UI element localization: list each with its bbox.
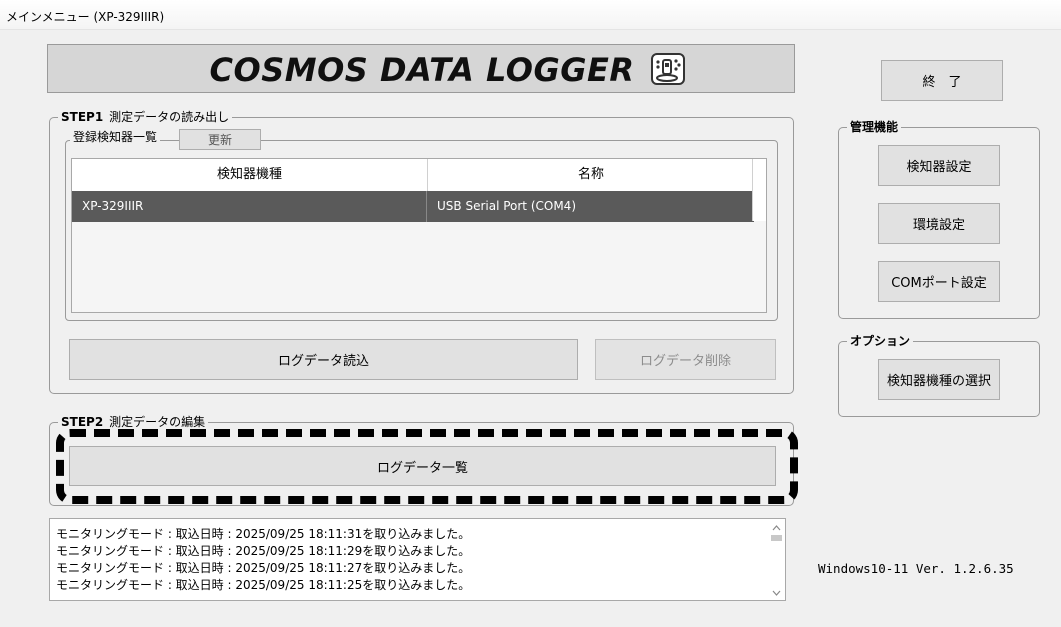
step1-title: STEP1 測定データの読み出し [58,109,233,125]
com-port-settings-label: COMポート設定 [891,276,987,291]
delete-log-button-label: ログデータ削除 [639,354,731,369]
environment-settings-button[interactable]: 環境設定 [878,203,1000,244]
app-banner: COSMOS DATA LOGGER [47,44,795,93]
select-model-button[interactable]: 検知器機種の選択 [878,359,1000,400]
step2-caption: 測定データの編集 [109,415,206,429]
column-header-name[interactable]: 名称 [428,159,754,191]
registered-detectors-label: 登録検知器一覧 [73,130,158,144]
log-line: モニタリングモード : 取込日時 : 2025/09/25 18:11:27を取… [56,561,471,575]
log-scrollbar[interactable] [770,522,783,599]
exit-button[interactable]: 終 了 [881,60,1003,101]
cell-model: XP-329IIIR [72,191,427,222]
cell-name: USB Serial Port (COM4) [437,199,576,213]
read-log-button[interactable]: ログデータ読込 [69,339,578,380]
refresh-button-label: 更新 [207,133,232,147]
options-title: オプション [847,333,914,349]
window-title: メインメニュー (XP-329IIIR) [6,10,165,24]
refresh-button[interactable]: 更新 [179,129,261,150]
table-scrollbar[interactable] [752,159,766,221]
table-row[interactable]: XP-329IIIR USB Serial Port (COM4) [72,191,754,222]
highlight-dashed-outline [56,429,798,504]
com-port-settings-button[interactable]: COMポート設定 [878,261,1000,302]
delete-log-button[interactable]: ログデータ削除 [595,339,776,380]
registered-detectors-title: 登録検知器一覧 [70,129,161,145]
read-log-button-label: ログデータ読込 [277,354,369,369]
column-header-model[interactable]: 検知器機種 [72,159,428,191]
detector-settings-button[interactable]: 検知器設定 [878,145,1000,186]
log-line: モニタリングモード : 取込日時 : 2025/09/25 18:11:31を取… [56,527,471,541]
select-model-label: 検知器機種の選択 [886,374,991,389]
environment-settings-label: 環境設定 [912,218,965,233]
step1-label: STEP1 [61,110,104,124]
detector-settings-label: 検知器設定 [906,160,972,175]
log-line: モニタリングモード : 取込日時 : 2025/09/25 18:11:29を取… [56,544,471,558]
step1-caption: 測定データの読み出し [109,110,230,124]
data-logger-icon [651,53,685,85]
table-header: 検知器機種 名称 [72,159,754,192]
title-bar: メインメニュー (XP-329IIIR) [0,0,1061,30]
step2-title: STEP2 測定データの編集 [58,414,209,430]
management-title: 管理機能 [847,119,902,135]
scroll-arrows-icon [771,525,782,596]
exit-button-label: 終 了 [922,75,962,90]
version-label: Windows10-11 Ver. 1.2.6.35 [818,561,1014,576]
log-output[interactable]: モニタリングモード : 取込日時 : 2025/09/25 18:11:31を取… [49,518,786,601]
log-line: モニタリングモード : 取込日時 : 2025/09/25 18:11:25を取… [56,578,471,592]
detector-table[interactable]: 検知器機種 名称 XP-329IIIR USB Serial Port (COM… [71,158,767,313]
step2-label: STEP2 [61,415,104,429]
